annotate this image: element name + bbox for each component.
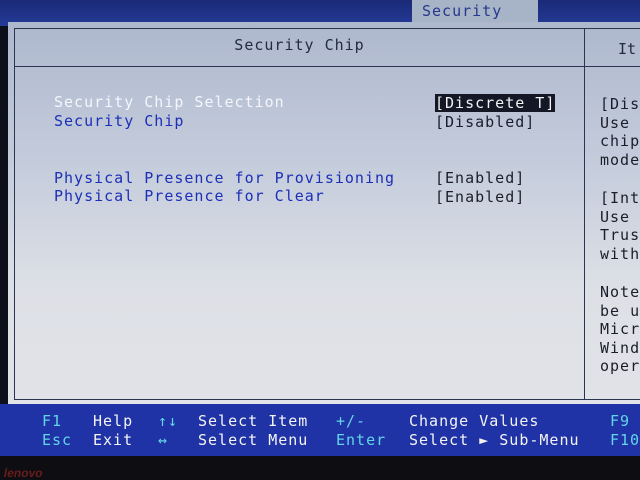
key-f9: F9 (610, 412, 631, 430)
key-select-item-label: Select Item (198, 412, 309, 430)
setting-value-physical-presence-clear[interactable]: [Enabled] (435, 188, 525, 206)
key-f1: F1 (42, 412, 63, 430)
key-change-values-label: Change Values (409, 412, 540, 430)
key-help-label: Help (93, 412, 134, 430)
key-select-menu-label: Select Menu (198, 431, 309, 449)
key-esc: Esc (42, 431, 73, 449)
help-text-block: Note be u Micr Wind oper (600, 283, 640, 375)
setting-physical-presence-provisioning[interactable]: Physical Presence for Provisioning (54, 169, 395, 187)
settings-panel (14, 28, 585, 400)
brand-logo: lenovo (2, 466, 44, 480)
key-enter: Enter (336, 431, 387, 449)
setting-value-security-chip[interactable]: [Disabled] (435, 113, 535, 131)
footer-key-bar: F1 Help ↑↓ Select Item +/- Change Values… (0, 404, 640, 456)
key-exit-label: Exit (93, 431, 134, 449)
setting-value-physical-presence-provisioning[interactable]: [Enabled] (435, 169, 525, 187)
panel-title: Security Chip (234, 36, 365, 54)
setting-value-security-chip-selection[interactable]: [Discrete T] (435, 94, 556, 112)
help-text-block: [Int Use Trus with (600, 189, 640, 263)
setting-physical-presence-clear[interactable]: Physical Presence for Clear (54, 187, 325, 205)
key-left-right: ↔ (158, 431, 169, 449)
setting-label: Physical Presence for Clear (54, 187, 325, 205)
tab-security[interactable]: Security (412, 0, 538, 22)
key-plus-minus: +/- (336, 412, 367, 430)
setting-security-chip-selection[interactable]: Security Chip Selection (54, 93, 285, 111)
setting-label: Security Chip (54, 112, 185, 130)
header-divider (15, 66, 640, 67)
selected-value[interactable]: [Discrete T] (435, 94, 556, 112)
key-up-down: ↑↓ (158, 412, 179, 430)
key-f10: F10 (610, 431, 640, 449)
setting-security-chip[interactable]: Security Chip (54, 112, 184, 130)
help-text-block: [Dis Use chip mode (600, 95, 640, 169)
help-title: It (618, 40, 637, 58)
setting-label: Physical Presence for Provisioning (54, 169, 396, 187)
screen-bezel (0, 456, 640, 480)
key-sub-menu-label: Select ► Sub-Menu (409, 431, 580, 449)
setting-label: Security Chip Selection (54, 93, 285, 111)
